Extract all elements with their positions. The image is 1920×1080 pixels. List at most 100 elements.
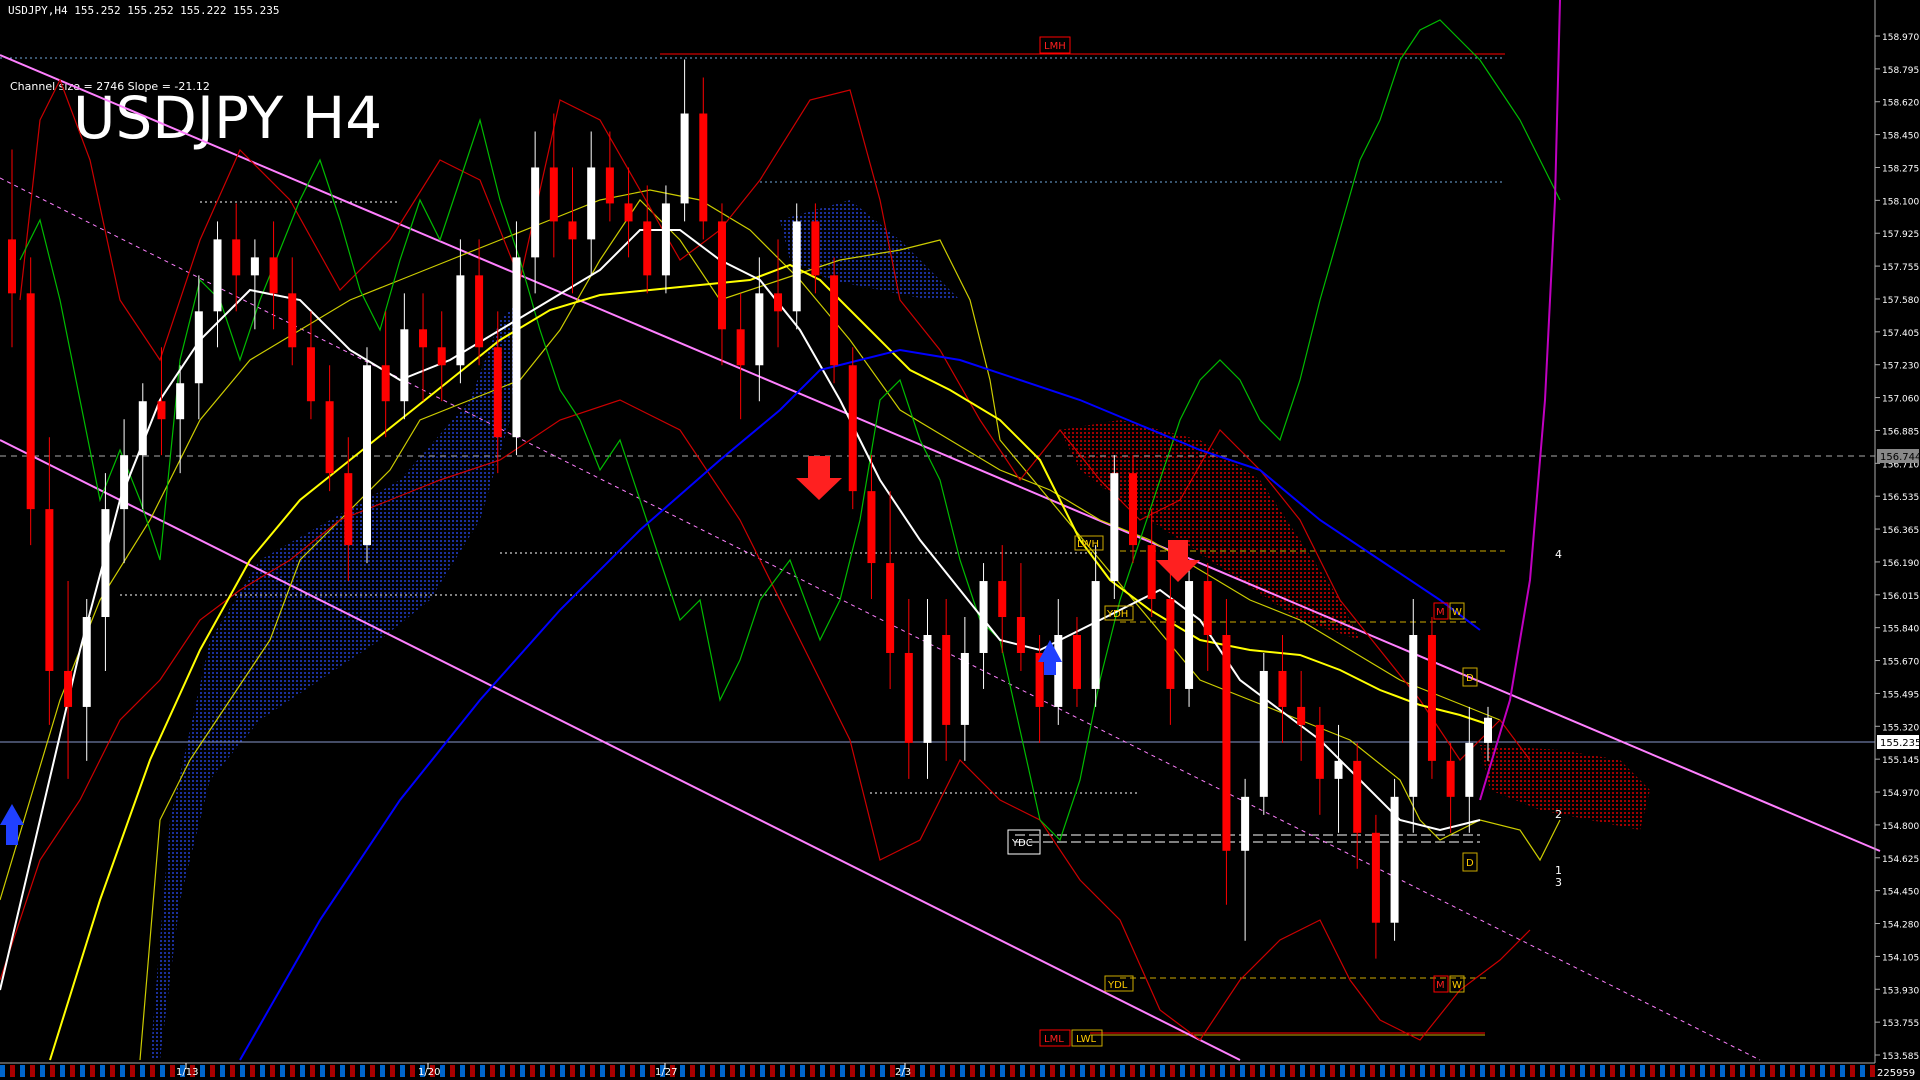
- session-strip: [1630, 1065, 1635, 1077]
- price-tick-label: 155.495: [1882, 690, 1919, 700]
- session-strip: [770, 1065, 775, 1077]
- session-strip: [710, 1065, 715, 1077]
- w-label-bottom: W: [1452, 980, 1462, 991]
- session-strip: [1300, 1065, 1305, 1077]
- candle-body: [306, 347, 315, 402]
- candle-body: [643, 221, 652, 276]
- session-strip: [840, 1065, 845, 1077]
- candle-body: [1016, 617, 1025, 653]
- price-tick-label: 154.970: [1882, 789, 1919, 799]
- candle-body: [475, 275, 484, 348]
- w-label-top: W: [1452, 607, 1462, 618]
- session-strip: [1280, 1065, 1285, 1077]
- candle-body: [1297, 706, 1306, 725]
- session-strip: [210, 1065, 215, 1077]
- candle-body: [942, 635, 951, 725]
- candle-body: [288, 293, 297, 348]
- session-strip: [1710, 1065, 1715, 1077]
- session-strip: [1010, 1065, 1015, 1077]
- session-strip: [1230, 1065, 1235, 1077]
- session-strip: [1290, 1065, 1295, 1077]
- price-tick-label: 158.795: [1882, 66, 1919, 76]
- session-strip: [550, 1065, 555, 1077]
- session-strip: [260, 1065, 265, 1077]
- session-strip: [70, 1065, 75, 1077]
- session-strip: [1370, 1065, 1375, 1077]
- price-tick-label: 154.800: [1882, 822, 1919, 832]
- session-strip: [1750, 1065, 1755, 1077]
- session-strip: [1110, 1065, 1115, 1077]
- session-strip: [1380, 1065, 1385, 1077]
- ydl-label: YDL: [1107, 980, 1128, 991]
- candle-body: [568, 221, 577, 240]
- session-strip: [1760, 1065, 1765, 1077]
- session-strip: [1530, 1065, 1535, 1077]
- session-strip: [640, 1065, 645, 1077]
- price-tick-label: 158.970: [1882, 33, 1919, 43]
- candle-body: [1147, 545, 1156, 600]
- session-strip: [1220, 1065, 1225, 1077]
- session-strip: [110, 1065, 115, 1077]
- m-label-bottom: M: [1436, 980, 1445, 991]
- candle-body: [1110, 473, 1119, 582]
- price-tick-label: 157.060: [1882, 395, 1919, 405]
- candle-body: [325, 401, 334, 474]
- session-strip: [300, 1065, 305, 1077]
- ichimoku-cloud: [150, 200, 1650, 1060]
- candle-body: [1091, 581, 1100, 689]
- session-strip: [780, 1065, 785, 1077]
- session-strip: [1090, 1065, 1095, 1077]
- session-strip: [990, 1065, 995, 1077]
- session-strip: [1850, 1065, 1855, 1077]
- session-strip: [1860, 1065, 1865, 1077]
- candle-body: [1222, 635, 1231, 851]
- session-strip: [740, 1065, 745, 1077]
- session-strip: [90, 1065, 95, 1077]
- candle-body: [64, 670, 73, 707]
- session-strip: [1590, 1065, 1595, 1077]
- session-strip: [470, 1065, 475, 1077]
- session-strip: [1650, 1065, 1655, 1077]
- session-strip: [930, 1065, 935, 1077]
- d-label-bottom: D: [1466, 858, 1474, 869]
- session-strip: [1400, 1065, 1405, 1077]
- session-strip: [460, 1065, 465, 1077]
- session-strip: [10, 1065, 15, 1077]
- session-strip: [30, 1065, 35, 1077]
- candle-body: [736, 329, 745, 366]
- candle-body: [1484, 717, 1492, 743]
- candle-body: [811, 221, 820, 276]
- candle-body: [774, 293, 783, 312]
- session-strip: [1080, 1065, 1085, 1077]
- price-chart[interactable]: LMH LWH YDH YDC YDL LML LWL M W D D M W …: [0, 0, 1920, 1080]
- session-strip: [500, 1065, 505, 1077]
- session-strip: [1170, 1065, 1175, 1077]
- price-tick-label: 153.585: [1882, 1052, 1919, 1062]
- candle-body: [250, 257, 259, 276]
- session-strip: [1390, 1065, 1395, 1077]
- price-tick-label: 158.275: [1882, 164, 1919, 174]
- session-strip: [1050, 1065, 1055, 1077]
- session-strip: [520, 1065, 525, 1077]
- session-strip: [680, 1065, 685, 1077]
- candle-body: [120, 455, 129, 510]
- lwl-label: LWL: [1076, 1034, 1097, 1045]
- sell-arrow-1: [796, 456, 842, 500]
- session-strip: [130, 1065, 135, 1077]
- session-strip: [1060, 1065, 1065, 1077]
- channel-upper: [0, 54, 1881, 852]
- session-strip: [150, 1065, 155, 1077]
- session-strip: [410, 1065, 415, 1077]
- session-strip: [1160, 1065, 1165, 1077]
- price-tick-label: 157.230: [1882, 362, 1919, 372]
- session-strip: [560, 1065, 565, 1077]
- price-tick-label: 156.885: [1882, 427, 1919, 437]
- candle-body: [960, 652, 969, 725]
- session-strip: [50, 1065, 55, 1077]
- session-strip: [1330, 1065, 1335, 1077]
- candle-body: [1166, 599, 1175, 689]
- candle-body: [213, 239, 222, 312]
- buy-arrow-1: [0, 804, 24, 845]
- candle-body: [1185, 581, 1194, 689]
- candle-body: [605, 167, 614, 204]
